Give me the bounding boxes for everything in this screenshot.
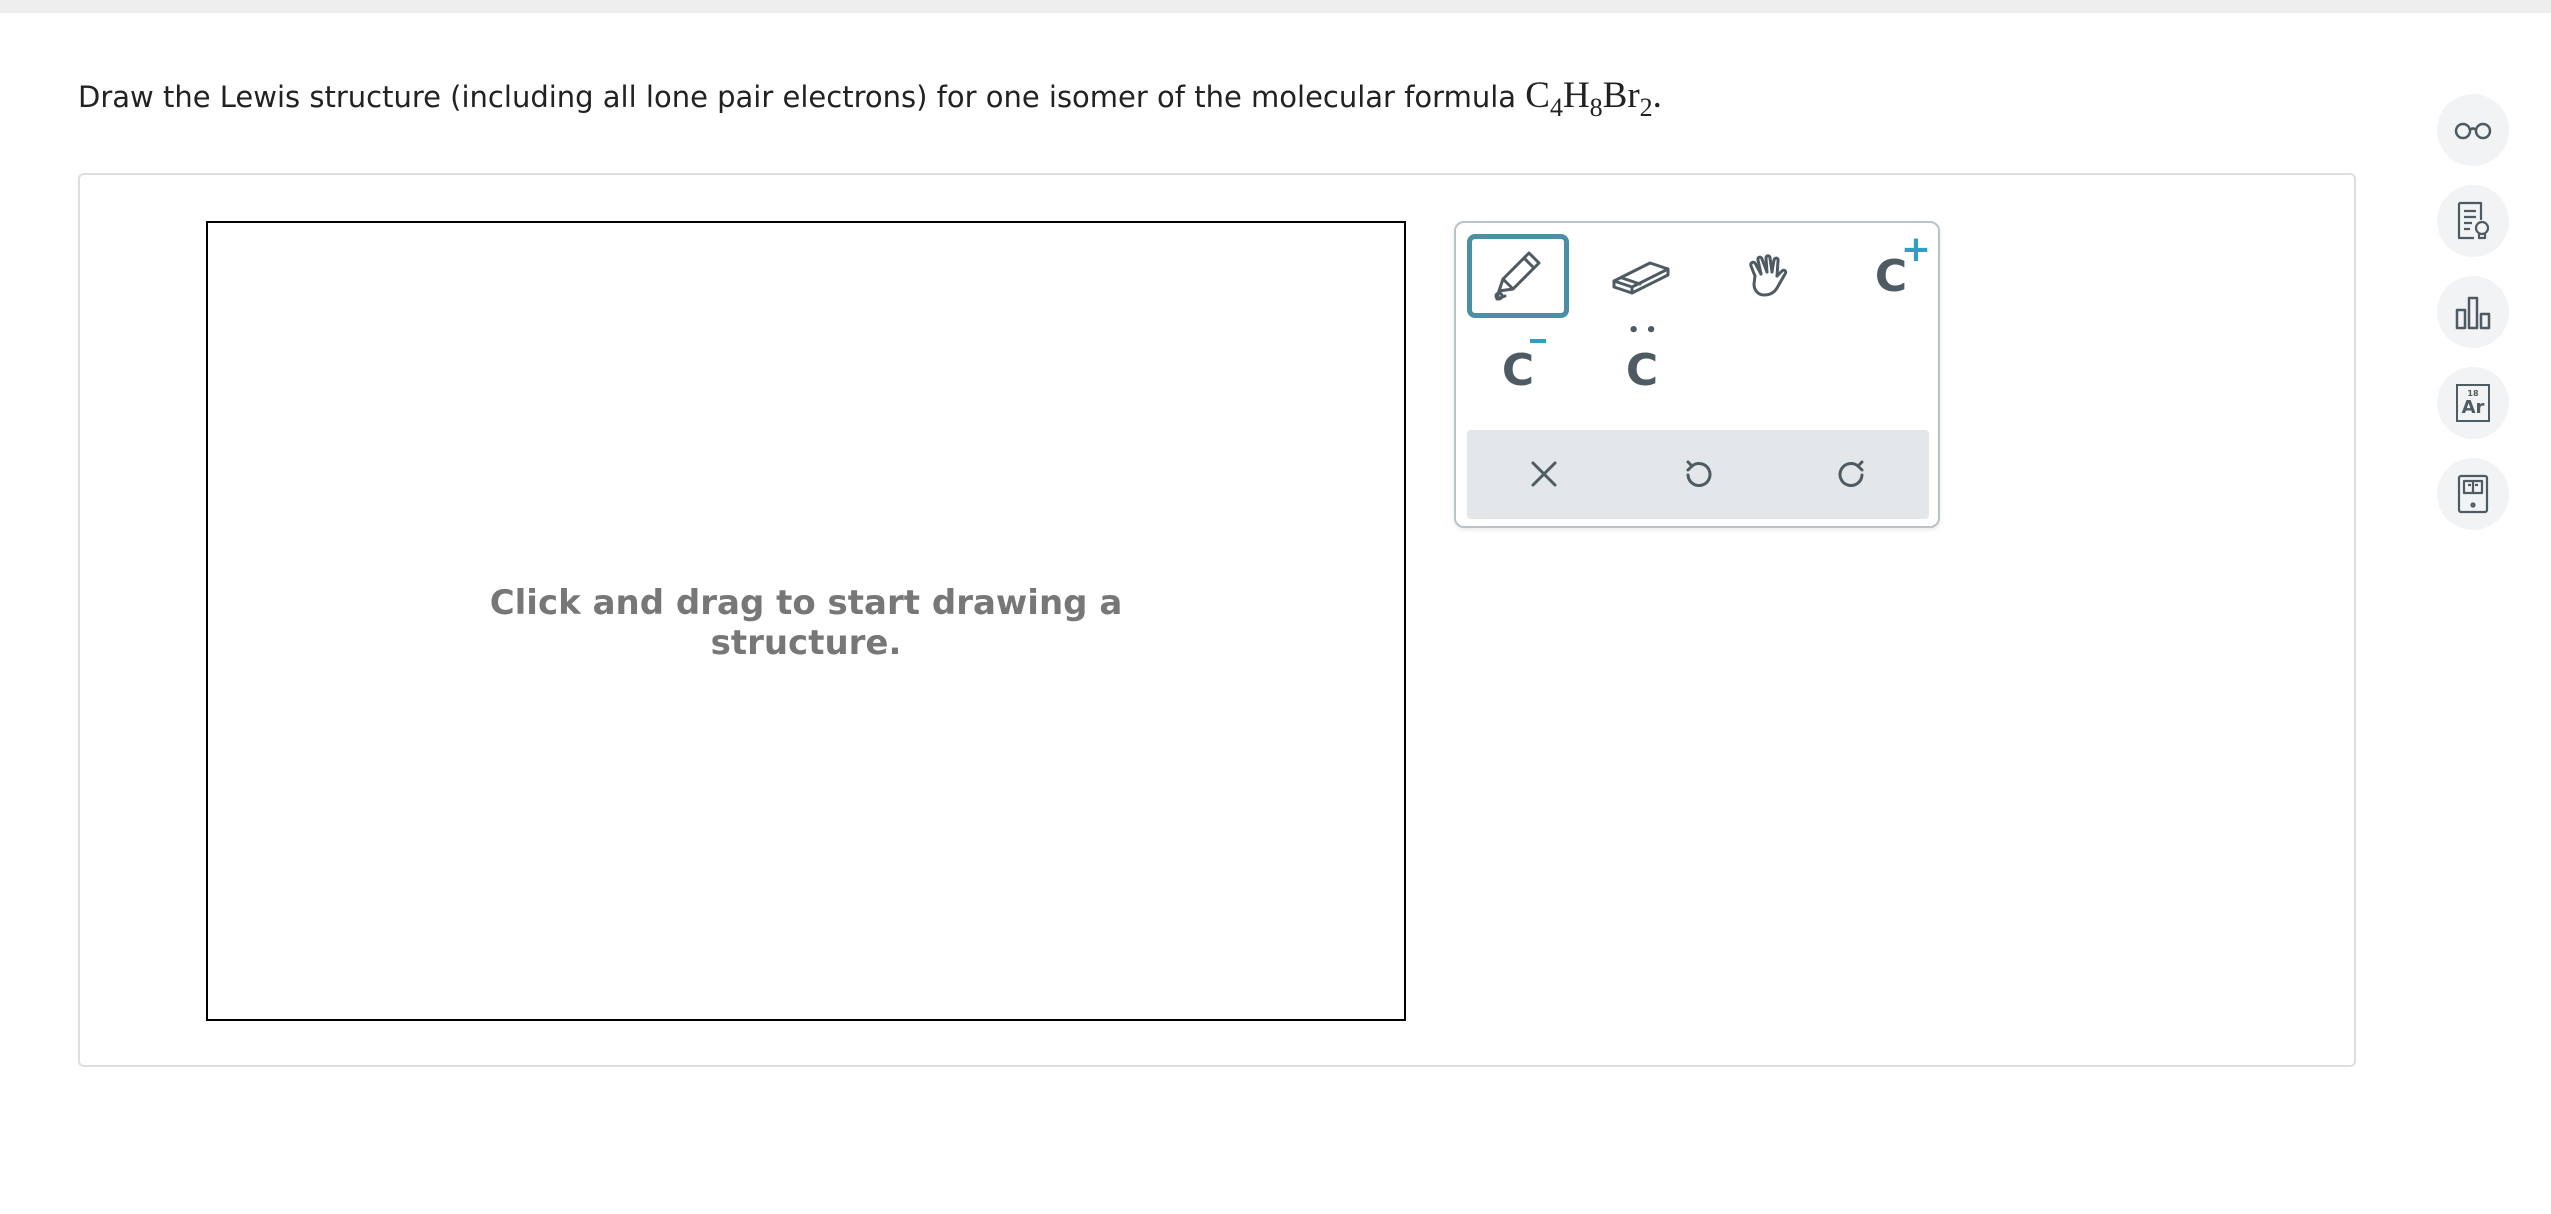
redo-icon: [1838, 460, 1864, 487]
notes-button[interactable]: [2437, 185, 2509, 257]
hand-tool[interactable]: [1716, 234, 1818, 318]
question-text: Draw the Lewis structure (including all …: [78, 74, 1662, 122]
bar-chart-icon: [2455, 296, 2491, 330]
undo-icon: [1686, 460, 1712, 487]
hand-icon: [1749, 254, 1788, 297]
periodic-table-button[interactable]: 18 Ar: [2437, 367, 2509, 439]
negative-charge-tool[interactable]: C: [1467, 328, 1569, 412]
positive-charge-tool[interactable]: C +: [1840, 228, 1942, 318]
eraser-tool[interactable]: [1591, 234, 1693, 318]
c-lone-pair-icon: •• C: [1625, 319, 1663, 396]
explanation-button[interactable]: [2437, 94, 2509, 166]
redo-button[interactable]: [1822, 444, 1882, 504]
molecular-formula: C4H8Br2.: [1525, 75, 1662, 122]
lone-pair-tool[interactable]: •• C: [1591, 319, 1693, 412]
pencil-icon: [1494, 251, 1541, 301]
close-icon: [1531, 461, 1557, 487]
question-prefix: Draw the Lewis structure (including all …: [78, 80, 1526, 114]
glasses-icon: [2454, 122, 2492, 140]
drawing-toolbox: C + C •• C: [1454, 221, 1940, 528]
top-bar: [0, 0, 2551, 13]
pencil-tool[interactable]: [1467, 234, 1569, 318]
drawing-canvas[interactable]: Click and drag to start drawing a struct…: [206, 221, 1406, 1021]
canvas-hint: Click and drag to start drawing a struct…: [489, 583, 1123, 663]
c-minus-icon: C: [1502, 338, 1546, 396]
action-bar: [1467, 430, 1929, 519]
periodic-table-icon: 18 Ar: [2456, 384, 2490, 422]
calculator-icon: [2457, 474, 2489, 514]
calculator-button[interactable]: [2437, 458, 2509, 530]
eraser-icon: [1612, 261, 1670, 295]
clear-button[interactable]: [1514, 444, 1574, 504]
c-plus-icon: C +: [1874, 228, 1932, 302]
data-button[interactable]: [2437, 276, 2509, 348]
undo-button[interactable]: [1668, 444, 1728, 504]
document-lightbulb-icon: [2457, 201, 2490, 240]
